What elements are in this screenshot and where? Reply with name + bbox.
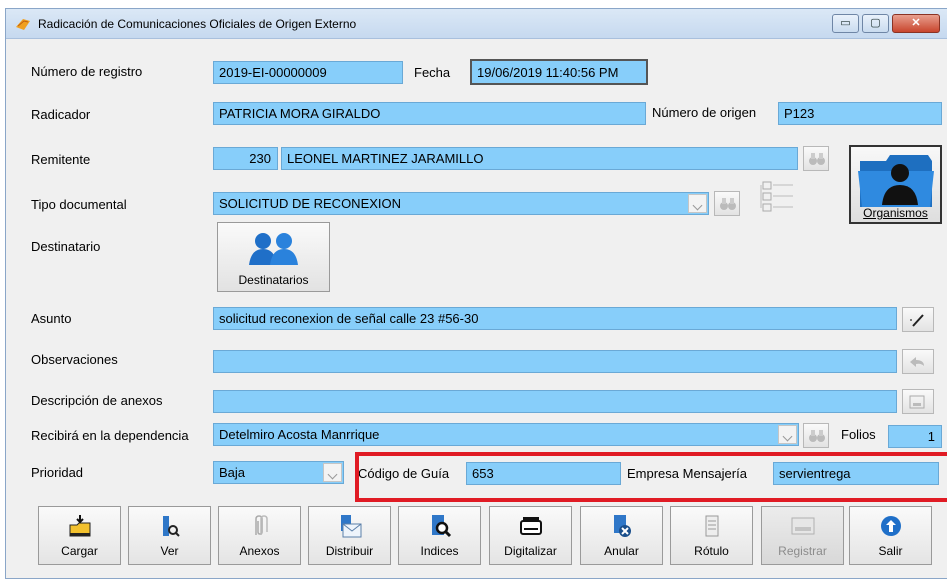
ver-button[interactable]: Ver [128, 506, 211, 565]
users-icon [249, 233, 298, 265]
rotulo-label: Rótulo [694, 544, 729, 558]
digitalizar-button[interactable]: Digitalizar [489, 506, 572, 565]
prioridad-label: Prioridad [31, 465, 84, 480]
indices-button[interactable]: Indices [398, 506, 481, 565]
minimize-button[interactable]: ▭ [832, 14, 859, 33]
prioridad-select[interactable]: Baja [213, 461, 344, 484]
chevron-down-icon[interactable] [778, 425, 797, 444]
exit-icon [880, 516, 901, 536]
scanner-icon [519, 517, 542, 535]
prioridad-value: Baja [219, 465, 246, 480]
folios-label: Folios [841, 427, 876, 442]
tree-list-icon [760, 181, 793, 212]
remitente-label: Remitente [31, 152, 91, 167]
radicador-label: Radicador [31, 107, 91, 122]
main-window: Radicación de Comunicaciones Oficiales d… [5, 8, 947, 579]
observaciones-label: Observaciones [31, 352, 118, 367]
window-icon [909, 395, 925, 409]
view-document-icon [162, 516, 180, 537]
undo-observaciones-button[interactable] [902, 349, 934, 374]
numero-registro-label: Número de registro [31, 64, 143, 79]
tipo-documental-select[interactable]: SOLICITUD DE RECONEXION [213, 192, 709, 215]
remitente-code-field[interactable]: 230 [213, 147, 278, 170]
numero-origen-label: Número de origen [652, 105, 757, 120]
digitalizar-label: Digitalizar [504, 544, 557, 558]
salir-label: Salir [878, 544, 903, 558]
binoculars-icon [809, 153, 825, 165]
fecha-label: Fecha [414, 65, 451, 80]
anular-button[interactable]: Anular [580, 506, 663, 565]
upload-folder-icon [69, 515, 90, 537]
destinatarios-label: Destinatarios [238, 273, 309, 287]
numero-registro-field[interactable]: 2019-EI-00000009 [213, 61, 403, 84]
ver-label: Ver [160, 544, 179, 558]
numero-origen-field[interactable]: P123 [778, 102, 942, 125]
app-icon [16, 19, 30, 30]
fecha-field[interactable]: 19/06/2019 11:40:56 PM [470, 59, 648, 85]
chevron-down-icon[interactable] [323, 463, 342, 482]
distribuir-label: Distribuir [325, 544, 374, 558]
asunto-label: Asunto [31, 311, 72, 326]
register-icon [791, 517, 814, 535]
tipo-documental-label: Tipo documental [31, 197, 127, 212]
dependencia-label: Recibirá en la dependencia [31, 428, 189, 443]
close-button[interactable]: ✕ [892, 14, 940, 33]
indices-label: Indices [420, 544, 459, 558]
remitente-name-field[interactable]: LEONEL MARTINEZ JARAMILLO [281, 147, 798, 170]
search-document-icon [431, 515, 451, 538]
tree-list-button[interactable] [759, 180, 795, 218]
pencil-icon [910, 314, 924, 327]
folios-field[interactable]: 1 [888, 425, 942, 448]
edit-asunto-button[interactable] [902, 307, 934, 332]
anular-label: Anular [604, 544, 639, 558]
anexos-label: Anexos [239, 544, 280, 558]
dependencia-select[interactable]: Detelmiro Acosta Manrrique [213, 423, 799, 446]
registrar-button[interactable]: Registrar [761, 506, 844, 565]
destinatario-label: Destinatario [31, 239, 101, 254]
descripcion-anexos-label: Descripción de anexos [31, 393, 163, 408]
dependencia-search-button[interactable] [803, 423, 829, 448]
registrar-label: Registrar [778, 544, 827, 558]
organismos-label: Organismos [863, 206, 928, 220]
maximize-button[interactable]: ▢ [862, 14, 889, 33]
remitente-search-button[interactable] [803, 146, 829, 171]
descripcion-anexos-field[interactable] [213, 390, 897, 413]
rotulo-button[interactable]: Rótulo [670, 506, 753, 565]
organismos-button[interactable]: Organismos [849, 145, 942, 224]
cancel-document-icon [613, 515, 631, 537]
radicador-field[interactable]: PATRICIA MORA GIRALDO [213, 102, 646, 125]
highlight-box [355, 452, 947, 502]
observaciones-field[interactable] [213, 350, 897, 373]
title-bar: Radicación de Comunicaciones Oficiales d… [6, 9, 947, 39]
chevron-down-icon[interactable] [688, 194, 707, 213]
anexos-button[interactable]: Anexos [218, 506, 301, 565]
destinatarios-button[interactable]: Destinatarios [217, 222, 330, 292]
binoculars-icon [809, 430, 825, 442]
cargar-button[interactable]: Cargar [38, 506, 121, 565]
window-title: Radicación de Comunicaciones Oficiales d… [38, 17, 357, 31]
tipo-documental-search-button[interactable] [714, 191, 740, 216]
undo-arrow-icon [910, 357, 924, 367]
salir-button[interactable]: Salir [849, 506, 932, 565]
distribuir-button[interactable]: Distribuir [308, 506, 391, 565]
anexos-detail-button[interactable] [902, 389, 934, 414]
binoculars-icon [720, 198, 736, 210]
asunto-field[interactable]: solicitud reconexion de señal calle 23 #… [213, 307, 897, 330]
tipo-documental-value: SOLICITUD DE RECONEXION [219, 196, 402, 211]
envelope-icon [340, 515, 361, 538]
paperclip-icon [254, 515, 268, 535]
organization-folder-icon [858, 155, 934, 207]
label-icon [705, 515, 718, 537]
cargar-label: Cargar [61, 544, 98, 558]
dependencia-value: Detelmiro Acosta Manrrique [219, 427, 380, 442]
